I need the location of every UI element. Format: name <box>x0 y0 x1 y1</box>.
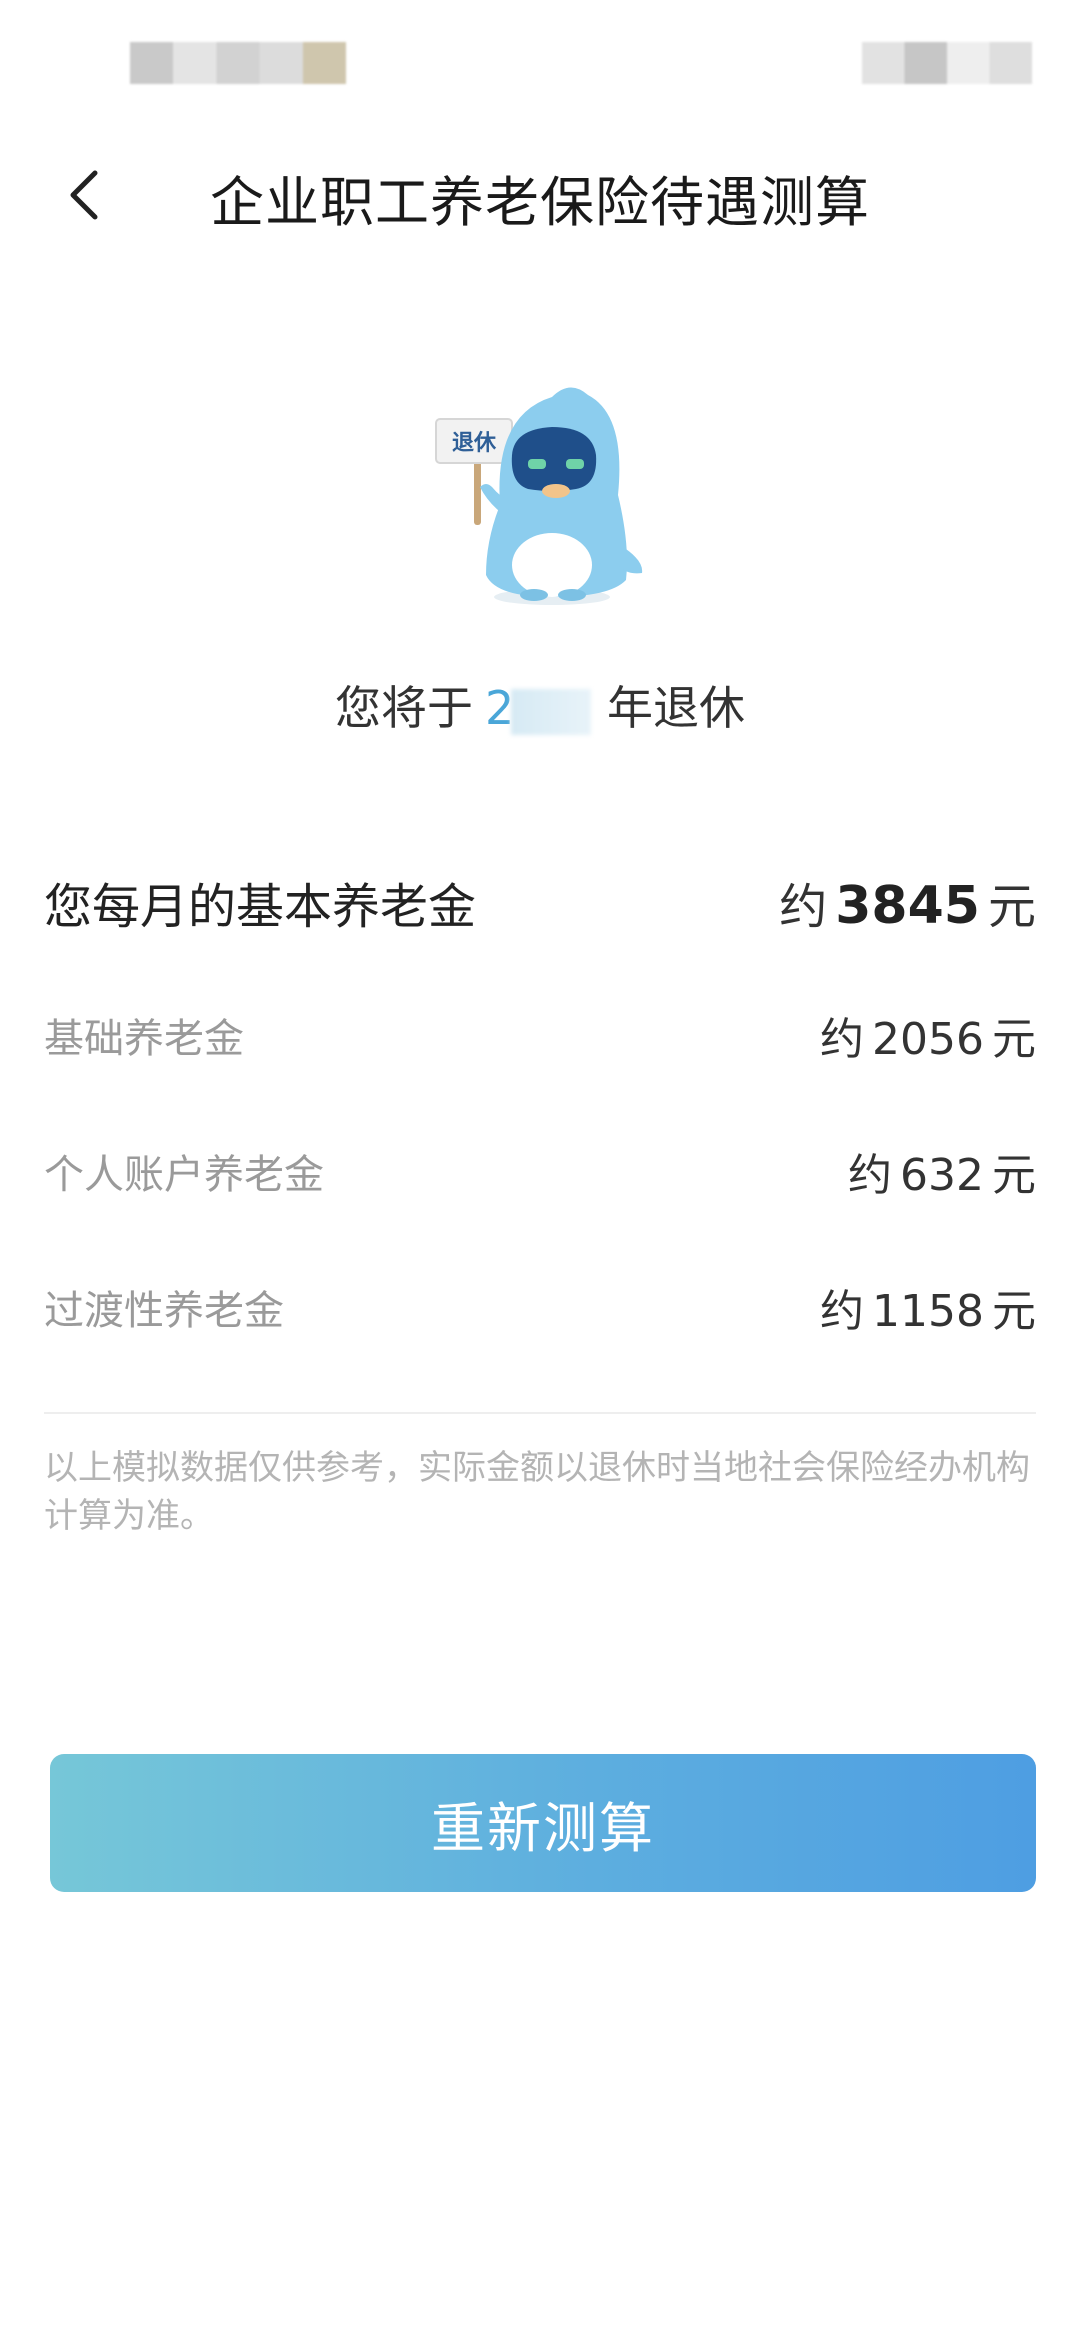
transitional-pension-unit: 元 <box>992 1286 1036 1337</box>
monthly-approx: 约 <box>779 879 828 935</box>
personal-account-pension-value: 约 632 元 <box>848 1139 1036 1203</box>
personal-account-pension-row: 个人账户养老金 约 632 元 <box>44 1136 1036 1206</box>
retirement-mascot: 退休 <box>430 375 660 615</box>
retirement-year-digit: 2 <box>485 681 515 735</box>
retirement-prefix: 您将于 <box>335 681 473 735</box>
disclaimer-text: 以上模拟数据仅供参考，实际金额以退休时当地社会保险经办机构计算为准。 <box>44 1448 1030 1536</box>
retirement-year-line: 您将于 2 年退休 <box>0 672 1080 738</box>
basic-pension-row: 基础养老金 约 2056 元 <box>44 1000 1036 1070</box>
transitional-pension-row: 过渡性养老金 约 1158 元 <box>44 1272 1036 1342</box>
basic-pension-amount: 2056 <box>872 1014 984 1065</box>
transitional-pension-label: 过渡性养老金 <box>44 1288 284 1334</box>
basic-pension-unit: 元 <box>992 1014 1036 1065</box>
sign-text: 退休 <box>452 431 497 456</box>
basic-pension-approx: 约 <box>820 1014 865 1065</box>
transitional-pension-amount: 1158 <box>872 1286 984 1337</box>
basic-pension-label: 基础养老金 <box>44 1016 244 1062</box>
transitional-pension-value: 约 1158 元 <box>820 1275 1036 1339</box>
page-title: 企业职工养老保险待遇测算 <box>210 171 870 234</box>
monthly-pension-row: 您每月的基本养老金 约 3845 元 <box>44 862 1036 942</box>
basic-pension-value: 约 2056 元 <box>820 1003 1036 1067</box>
recalculate-button[interactable]: 重新测算 <box>50 1754 1036 1892</box>
retirement-year-redacted <box>511 689 591 735</box>
navigation-bar: 企业职工养老保险待遇测算 <box>0 140 1080 250</box>
transitional-pension-approx: 约 <box>820 1286 865 1337</box>
status-bar <box>0 0 1080 110</box>
monthly-amount: 3845 <box>835 876 980 936</box>
divider <box>44 1412 1036 1414</box>
personal-account-pension-label: 个人账户养老金 <box>44 1152 324 1198</box>
personal-account-pension-unit: 元 <box>992 1150 1036 1201</box>
personal-account-pension-amount: 632 <box>900 1150 984 1201</box>
status-bar-right-redacted <box>862 42 1032 84</box>
retirement-year: 2 <box>485 681 595 735</box>
monthly-pension-label: 您每月的基本养老金 <box>44 879 477 935</box>
monthly-pension-value: 约 3845 元 <box>779 867 1036 937</box>
status-bar-left-redacted <box>130 42 346 84</box>
monthly-unit: 元 <box>987 879 1036 935</box>
retirement-suffix: 年退休 <box>607 681 745 735</box>
personal-account-pension-approx: 约 <box>848 1150 893 1201</box>
